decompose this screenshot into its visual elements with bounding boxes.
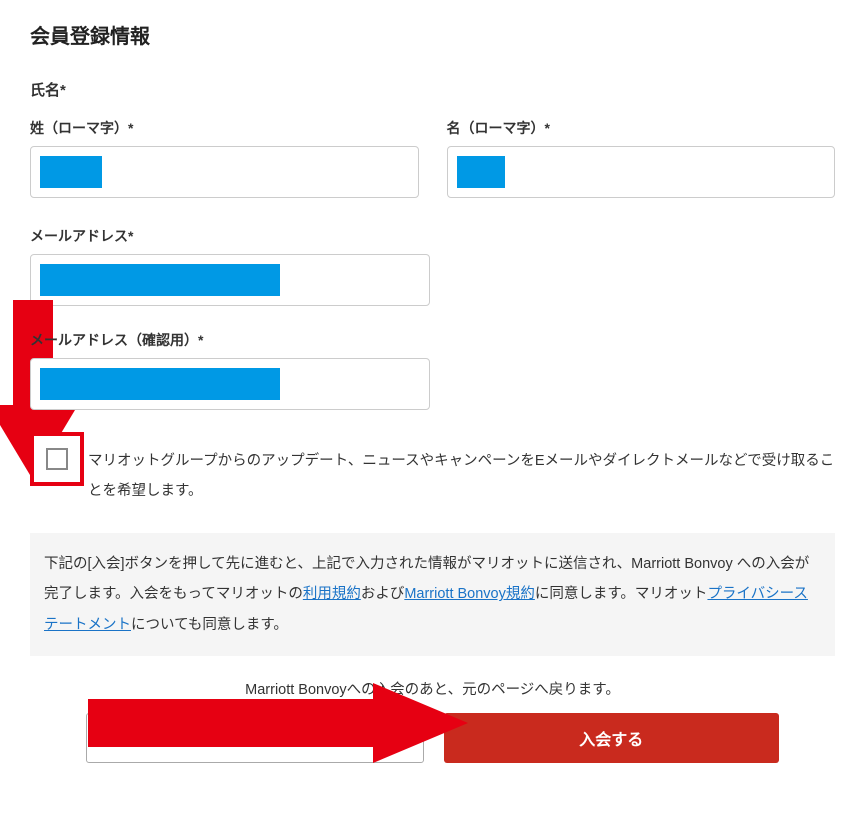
return-text: Marriott Bonvoyへの入会のあと、元のページへ戻ります。: [30, 678, 835, 699]
last-name-input[interactable]: [30, 146, 419, 198]
terms-link[interactable]: 利用規約: [303, 586, 361, 602]
bonvoy-terms-link[interactable]: Marriott Bonvoy規約: [404, 586, 535, 602]
email-confirm-label: メールアドレス（確認用）*: [30, 330, 835, 350]
checkbox-highlight: [30, 432, 84, 486]
first-name-label: 名（ローマ字）*: [447, 118, 836, 138]
email-label: メールアドレス*: [30, 226, 835, 246]
name-section-label: 氏名*: [30, 79, 835, 100]
optin-checkbox[interactable]: [46, 448, 68, 470]
email-confirm-input[interactable]: [30, 358, 430, 410]
optin-checkbox-label: マリオットグループからのアップデート、ニュースやキャンペーンをEメールやダイレク…: [86, 446, 835, 507]
submit-button[interactable]: 入会する: [444, 713, 780, 763]
form-title: 会員登録情報: [30, 20, 835, 49]
email-input[interactable]: [30, 254, 430, 306]
terms-notice: 下記の[入会]ボタンを押して先に進むと、上記で入力された情報がマリオットに送信さ…: [30, 533, 835, 656]
last-name-label: 姓（ローマ字）*: [30, 118, 419, 138]
cancel-button[interactable]: [86, 713, 424, 763]
first-name-input[interactable]: [447, 146, 836, 198]
